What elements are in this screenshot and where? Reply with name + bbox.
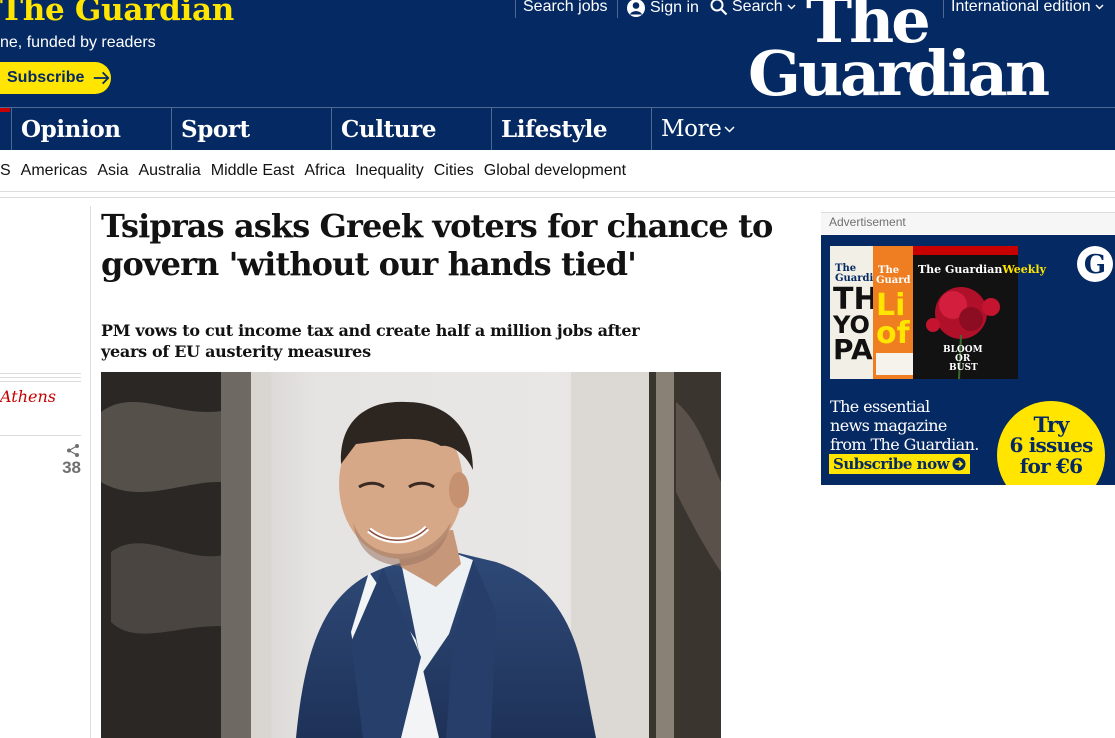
column-divider [90,206,91,738]
pillar-culture[interactable]: Culture [331,108,491,150]
portrait-photo [101,372,721,738]
advert-guardian-weekly[interactable]: The Guardia TH YO PA The Guard Li of The… [821,235,1115,485]
search-icon [710,0,728,16]
advert-copy-line-2: news magazine [830,416,947,435]
svg-text:BUST: BUST [949,363,978,373]
share-count: 38 [62,458,81,477]
subnav-item-asia[interactable]: Asia [97,162,128,180]
user-icon [627,0,645,17]
offer-line-3: for €6 [1019,454,1083,478]
byline-location[interactable]: Athens [0,387,56,406]
offer-line-2: 6 issues [1009,433,1093,457]
svg-text:The GuardianWeekly: The GuardianWeekly [918,263,1047,276]
advert-copy-line-1: The essential [830,397,930,416]
subnav-item-australia[interactable]: Australia [138,162,200,180]
svg-text:PA: PA [833,333,873,366]
svg-text:Guard: Guard [876,275,911,286]
article-standfirst: PM vows to cut income tax and create hal… [101,321,640,361]
pillar-lifestyle-label: Lifestyle [501,115,608,143]
advert-label-bar: Advertisement [821,212,1115,234]
svg-text:of: of [876,316,911,351]
divider [0,435,81,436]
masthead: The Guardian ne, funded by readers Subsc… [0,0,1115,107]
advert-copy-line-3: from The Guardian. [830,435,979,454]
arrow-right-icon [94,71,110,85]
subscribe-button[interactable]: Subscribe [0,62,111,94]
pillar-sport[interactable]: Sport [171,108,331,150]
edition-label: International edition [951,0,1091,15]
subnav-item-us[interactable]: JS [0,162,11,180]
pillar-opinion[interactable]: Opinion [11,108,171,150]
share-icon[interactable] [66,443,80,457]
meta-rules [0,373,81,382]
divider [0,197,1115,198]
top-link-separator [943,0,944,18]
sub-nav-list: JS Americas Asia Australia Middle East A… [0,162,626,180]
pillar-news-marker [0,108,10,112]
guardian-g-logo-icon: G [1077,246,1113,282]
offer-line-1: Try [1033,412,1070,437]
advert-label: Advertisement [829,215,906,229]
svg-text:G: G [1084,250,1106,280]
sign-in-link[interactable]: Sign in [626,0,699,18]
pillar-culture-label: Culture [341,115,437,143]
subnav-item-cities[interactable]: Cities [434,162,474,180]
top-link-separator [617,0,618,18]
top-link-separator [515,0,516,18]
magazine-covers-illustration: The Guardia TH YO PA The Guard Li of The… [830,246,1047,380]
advert-cta-label: Subscribe now [833,455,949,473]
pillar-nav: Opinion Sport Culture Lifestyle More [0,107,1115,150]
pillar-sport-label: Sport [181,115,250,143]
subscribe-button-label: Subscribe [7,69,85,86]
subnav-item-africa[interactable]: Africa [304,162,345,180]
advert-subscribe-button[interactable]: Subscribe now [829,454,970,474]
advert-copy: The essential news magazine from The Gua… [830,397,979,454]
support-subtitle: ne, funded by readers [0,34,156,51]
pillar-opinion-label: Opinion [21,115,121,143]
search-jobs-label: Search jobs [523,0,608,15]
support-title: The Guardian [0,0,235,28]
advert-offer-roundel: Try 6 issues for €6 [997,401,1105,485]
subnav-item-global-development[interactable]: Global development [484,162,626,180]
subnav-item-inequality[interactable]: Inequality [355,162,424,180]
pillar-more[interactable]: More [651,108,811,150]
edition-selector[interactable]: International edition [951,0,1104,16]
subnav-item-americas[interactable]: Americas [21,162,88,180]
subnav-item-middle-east[interactable]: Middle East [211,162,295,180]
logo-line-2: Guardian [748,37,1050,107]
search-jobs-link[interactable]: Search jobs [523,0,608,16]
chevron-down-icon [1095,4,1104,10]
article-main-image[interactable] [101,372,721,738]
arrow-circle-icon [952,457,966,471]
sub-nav: JS Americas Asia Australia Middle East A… [0,150,1115,192]
pillar-lifestyle[interactable]: Lifestyle [491,108,651,150]
chevron-down-icon [724,125,735,133]
article-headline: Tsipras asks Greek voters for chance to … [101,207,773,283]
pillar-more-label: More [661,116,722,142]
sign-in-label: Sign in [650,0,699,16]
